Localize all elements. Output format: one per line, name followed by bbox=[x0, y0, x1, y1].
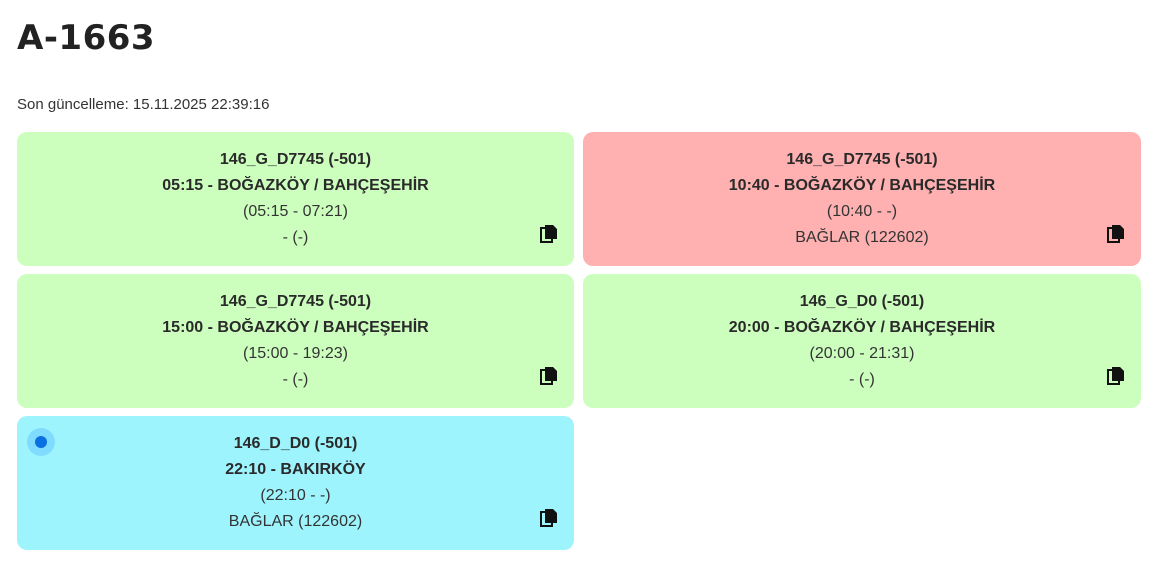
page-title: A-1663 bbox=[17, 18, 156, 58]
trip-driver: BAĞLAR (122602) bbox=[795, 229, 929, 246]
copy-icon[interactable] bbox=[540, 224, 558, 244]
trip-time-range: (22:10 - -) bbox=[260, 487, 331, 504]
trip-driver: BAĞLAR (122602) bbox=[228, 513, 363, 530]
trip-driver: - (-) bbox=[282, 229, 309, 246]
trip-card-active[interactable]: 146_D_D0 (-501) 22:10 - BAKIRKÖY (22:10 … bbox=[17, 416, 574, 550]
trip-card[interactable]: 146_G_D7745 (-501) 15:00 - BOĞAZKÖY / BA… bbox=[17, 274, 574, 408]
trip-departure: 15:00 - BOĞAZKÖY / BAHÇEŞEHİR bbox=[162, 319, 429, 336]
trip-departure: 10:40 - BOĞAZKÖY / BAHÇEŞEHİR bbox=[728, 177, 996, 194]
trip-route-code: 146_D_D0 (-501) bbox=[233, 435, 358, 452]
copy-icon[interactable] bbox=[540, 366, 558, 386]
copy-icon[interactable] bbox=[1107, 366, 1125, 386]
trip-card[interactable]: 146_G_D7745 (-501) 05:15 - BOĞAZKÖY / BA… bbox=[17, 132, 574, 266]
copy-icon[interactable] bbox=[540, 508, 558, 528]
trip-card[interactable]: 146_G_D0 (-501) 20:00 - BOĞAZKÖY / BAHÇE… bbox=[583, 274, 1141, 408]
trip-departure: 22:10 - BAKIRKÖY bbox=[225, 461, 366, 478]
trip-time-range: (20:00 - 21:31) bbox=[809, 345, 915, 362]
trip-time-range: (05:15 - 07:21) bbox=[243, 203, 348, 220]
trip-route-code: 146_G_D7745 (-501) bbox=[786, 151, 938, 168]
trip-card[interactable]: 146_G_D7745 (-501) 10:40 - BOĞAZKÖY / BA… bbox=[583, 132, 1141, 266]
trip-driver: - (-) bbox=[849, 371, 875, 388]
trip-card-grid: 146_G_D7745 (-501) 05:15 - BOĞAZKÖY / BA… bbox=[17, 132, 1142, 550]
last-updated-label: Son güncelleme: 15.11.2025 22:39:16 bbox=[17, 96, 270, 113]
trip-time-range: (10:40 - -) bbox=[826, 203, 898, 220]
trip-departure: 05:15 - BOĞAZKÖY / BAHÇEŞEHİR bbox=[162, 177, 429, 194]
trip-route-code: 146_G_D0 (-501) bbox=[799, 293, 925, 310]
trip-time-range: (15:00 - 19:23) bbox=[243, 345, 348, 362]
copy-icon[interactable] bbox=[1107, 224, 1125, 244]
trip-route-code: 146_G_D7745 (-501) bbox=[219, 151, 372, 168]
trip-driver: - (-) bbox=[282, 371, 309, 388]
active-status-dot-icon bbox=[27, 428, 55, 456]
trip-route-code: 146_G_D7745 (-501) bbox=[219, 293, 372, 310]
trip-departure: 20:00 - BOĞAZKÖY / BAHÇEŞEHİR bbox=[728, 319, 996, 336]
